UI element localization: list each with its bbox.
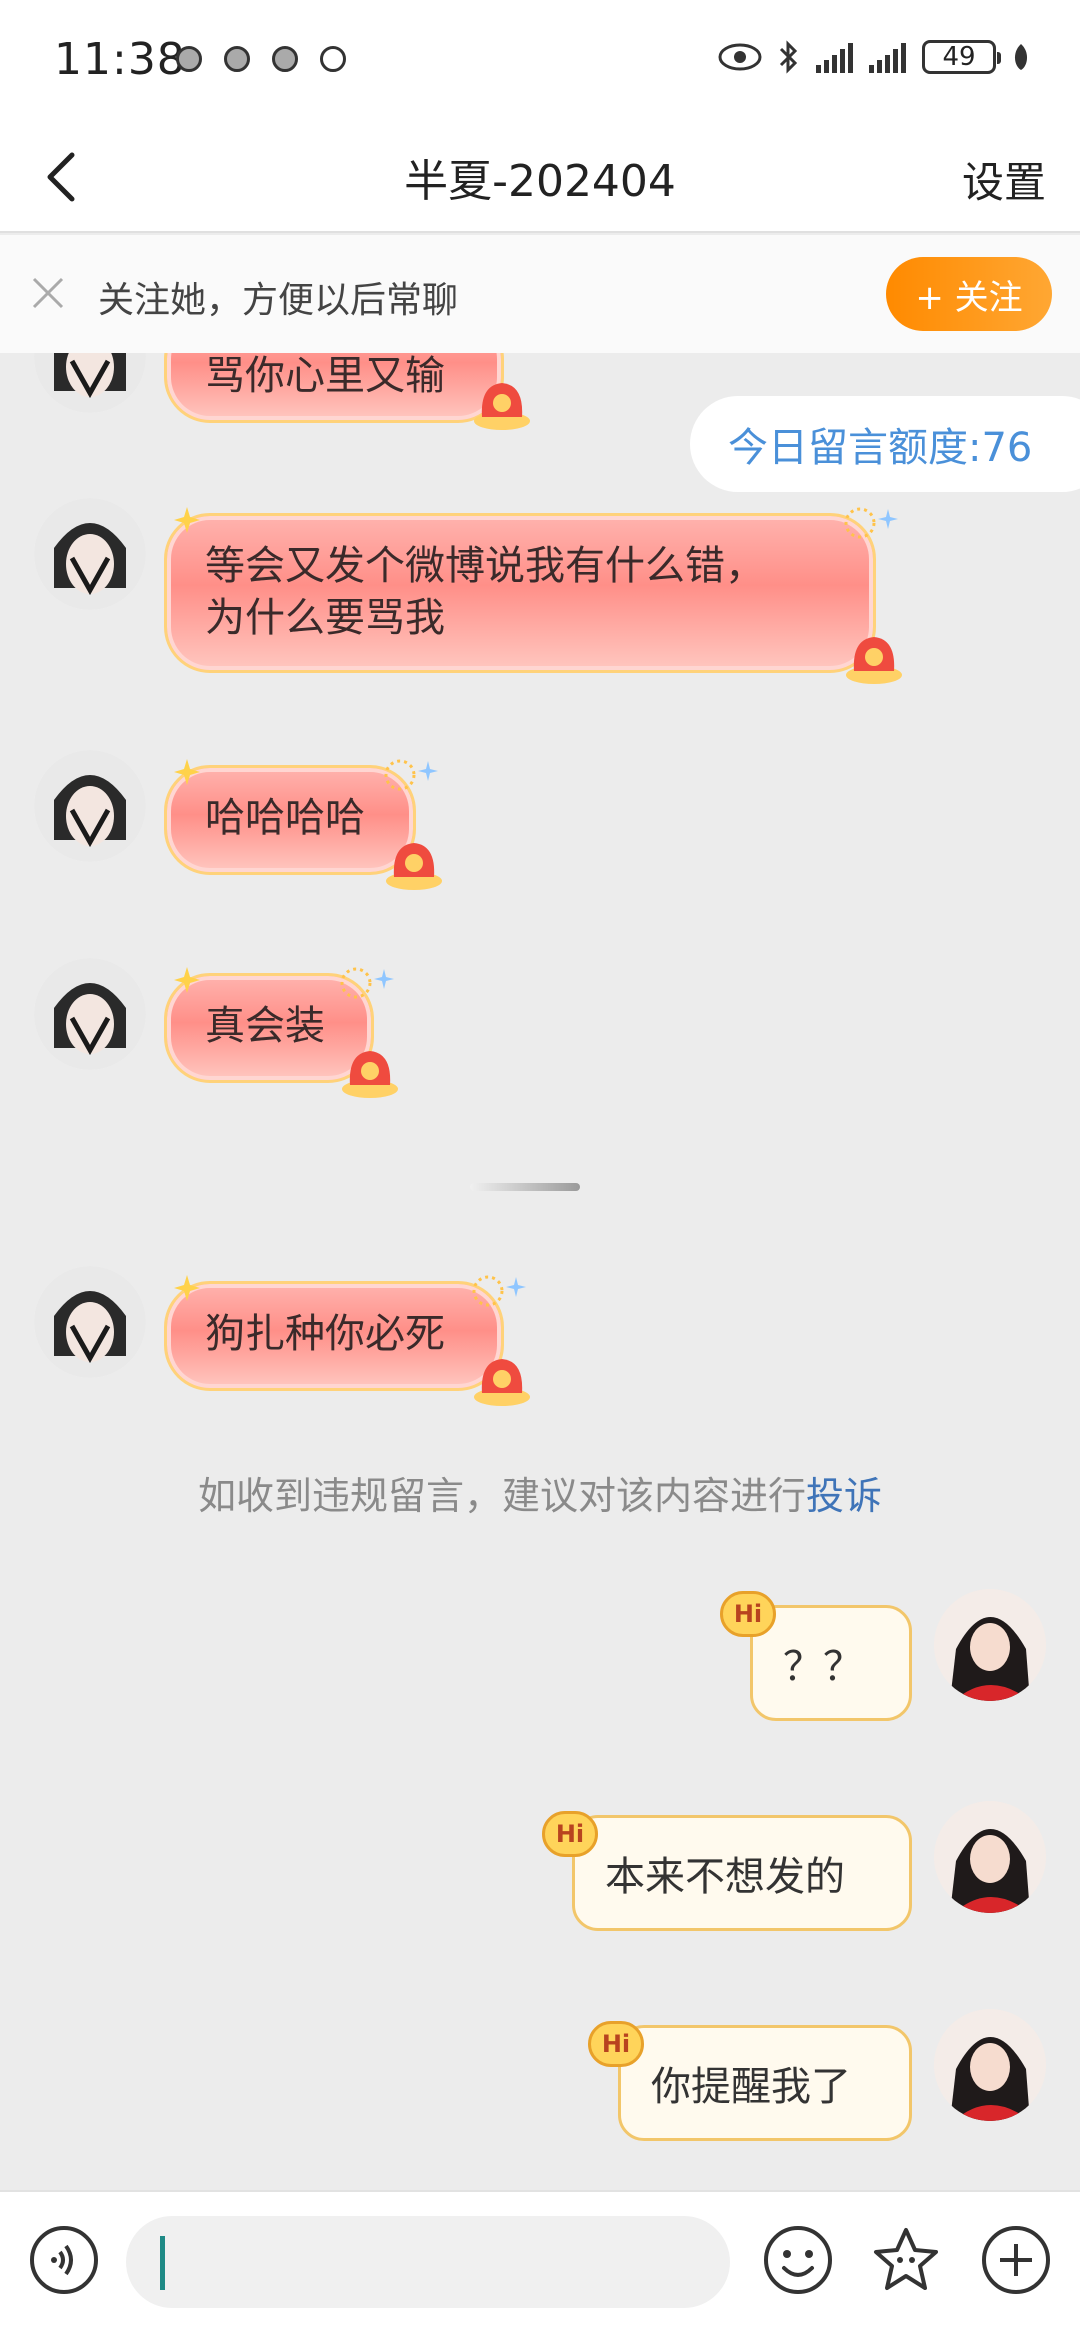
- report-notice: 如收到违规留言，建议对该内容进行投诉: [0, 1465, 1080, 1520]
- app-notification-icon: [272, 46, 298, 72]
- message-text: 为什么要骂我: [205, 595, 445, 641]
- lucky-bag-icon: [846, 637, 902, 684]
- message-text: 本来不想发的: [605, 1854, 845, 1900]
- message-bubble-incoming[interactable]: 骂你心里又输: [164, 353, 504, 423]
- sender-avatar[interactable]: [34, 353, 146, 413]
- loading-divider: [470, 1183, 580, 1191]
- message-text: 哈哈哈哈: [205, 795, 365, 841]
- my-avatar[interactable]: [934, 2009, 1046, 2121]
- close-icon[interactable]: [28, 273, 68, 313]
- message-text: 骂你心里又输: [205, 353, 445, 399]
- emoji-icon[interactable]: [762, 2224, 834, 2296]
- report-link[interactable]: 投诉: [806, 1474, 882, 1518]
- sparkle-icon: [340, 967, 394, 999]
- settings-button[interactable]: 设置: [962, 149, 1046, 210]
- hi-badge: Hi: [588, 2021, 644, 2067]
- sender-avatar[interactable]: [34, 958, 146, 1070]
- lucky-bag-icon: [386, 843, 442, 890]
- hi-badge: Hi: [542, 1811, 598, 1857]
- my-avatar[interactable]: [934, 1589, 1046, 1701]
- sender-avatar[interactable]: [34, 1266, 146, 1378]
- page-title: 半夏-202404: [404, 156, 676, 207]
- message-input-bar: [0, 2190, 1080, 2331]
- plus-icon[interactable]: [980, 2224, 1052, 2296]
- quota-badge: 今日留言额度:76: [690, 396, 1080, 492]
- sparkle-icon: [844, 507, 898, 539]
- app-notification-icon: [320, 46, 346, 72]
- eye-icon: [718, 43, 762, 71]
- message-bubble-incoming[interactable]: 等会又发个微博说我有什么错， 为什么要骂我: [164, 513, 876, 673]
- sparkle-icon: [384, 759, 438, 791]
- follow-button[interactable]: + 关注: [886, 257, 1052, 331]
- status-bar: 11:38 49: [0, 0, 1080, 125]
- message-input[interactable]: [126, 2216, 730, 2308]
- app-notification-icon: [176, 46, 202, 72]
- text-caret: [160, 2236, 165, 2290]
- bluetooth-icon: [779, 40, 798, 74]
- system-icons: 49: [718, 40, 1030, 74]
- lucky-bag-icon: [474, 383, 530, 430]
- sparkle-icon: [174, 967, 200, 993]
- chat-area[interactable]: 骂你心里又输 今日留言额度:76 等会又发个微博说我有什么错， 为什么要骂我 哈…: [0, 353, 1080, 2190]
- follow-prompt-text: 关注她，方便以后常聊: [98, 280, 459, 321]
- nav-bar: 半夏-202404 设置: [0, 125, 1080, 233]
- voice-icon[interactable]: [28, 2224, 100, 2296]
- notice-text: 如收到违规留言，建议对该内容进行: [197, 1474, 806, 1518]
- sticker-icon[interactable]: [870, 2224, 942, 2296]
- status-time: 11:38: [54, 34, 186, 85]
- signal-icon: [869, 41, 906, 73]
- sparkle-icon: [472, 1275, 526, 1307]
- my-avatar[interactable]: [934, 1801, 1046, 1913]
- lucky-bag-icon: [474, 1359, 530, 1406]
- leaf-icon: [1014, 44, 1028, 70]
- battery-icon: 49: [922, 40, 1001, 74]
- message-bubble-outgoing[interactable]: 本来不想发的: [572, 1815, 912, 1931]
- message-text: 你提醒我了: [651, 2064, 851, 2110]
- sparkle-icon: [174, 759, 200, 785]
- message-text: 狗扎种你必死: [205, 1311, 445, 1357]
- sender-avatar[interactable]: [34, 498, 146, 610]
- message-bubble-incoming[interactable]: 狗扎种你必死: [164, 1281, 504, 1391]
- app-notification-icon: [224, 46, 250, 72]
- message-text: ？？: [783, 1644, 863, 1690]
- sparkle-icon: [174, 507, 200, 533]
- message-bubble-outgoing[interactable]: 你提醒我了: [618, 2025, 912, 2141]
- message-text: 等会又发个微博说我有什么错，: [205, 543, 765, 589]
- signal-icon: [816, 41, 853, 73]
- hi-badge: Hi: [720, 1591, 776, 1637]
- sender-avatar[interactable]: [34, 750, 146, 862]
- lucky-bag-icon: [342, 1051, 398, 1098]
- message-text: 真会装: [205, 1003, 325, 1049]
- sparkle-icon: [174, 1275, 200, 1301]
- notification-icons: [176, 46, 346, 72]
- follow-banner: 关注她，方便以后常聊 + 关注: [0, 235, 1080, 353]
